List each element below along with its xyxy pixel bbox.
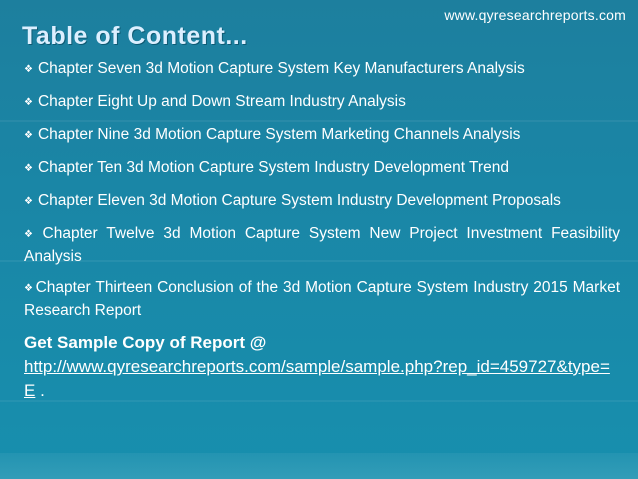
toc-list: ❖ Chapter Seven 3d Motion Capture System … [24,58,620,403]
toc-item-text: Chapter Twelve 3d Motion Capture System … [24,225,620,265]
toc-item-text: Chapter Ten 3d Motion Capture System Ind… [37,159,509,176]
sample-copy-line: http://www.qyresearchreports.com/sample/… [24,355,620,403]
slide: www.qyresearchreports.com Table of Conte… [0,0,638,479]
sample-copy-suffix: . [35,381,45,400]
diamond-bullet-icon: ❖ [24,283,34,294]
diamond-bullet-icon: ❖ [24,229,38,240]
toc-item: ❖ Chapter Nine 3d Motion Capture System M… [24,124,620,147]
toc-item-text: Chapter Nine 3d Motion Capture System Ma… [37,126,521,143]
page-title: Table of Content... [22,22,248,50]
toc-item-text: Chapter Eleven 3d Motion Capture System … [37,192,561,209]
site-url: www.qyresearchreports.com [444,7,626,23]
toc-item: ❖ Chapter Seven 3d Motion Capture System … [24,58,620,81]
diamond-bullet-icon: ❖ [24,97,33,108]
toc-item-text: Chapter Thirteen Conclusion of the 3d Mo… [24,279,621,319]
toc-item: ❖ Chapter Ten 3d Motion Capture System In… [24,157,620,180]
sample-copy-title: Get Sample Copy of Report @ [24,333,267,352]
toc-item: ❖ Chapter Twelve 3d Motion Capture System… [24,223,620,267]
diamond-bullet-icon: ❖ [24,130,33,141]
footer-band [0,453,638,479]
diamond-bullet-icon: ❖ [24,196,33,207]
toc-item: ❖ Chapter Eight Up and Down Stream Indust… [24,91,620,114]
sample-copy-callout: Get Sample Copy of Report @ http://www.q… [24,331,620,403]
toc-item-text: Chapter Eight Up and Down Stream Industr… [37,93,406,110]
sample-copy-link[interactable]: http://www.qyresearchreports.com/sample/… [24,357,610,400]
diamond-bullet-icon: ❖ [24,64,33,75]
diamond-bullet-icon: ❖ [24,163,33,174]
toc-item-text: Chapter Seven 3d Motion Capture System K… [37,60,525,77]
toc-item: ❖ Chapter Thirteen Conclusion of the 3d M… [24,277,620,321]
toc-item: ❖ Chapter Eleven 3d Motion Capture System… [24,190,620,213]
